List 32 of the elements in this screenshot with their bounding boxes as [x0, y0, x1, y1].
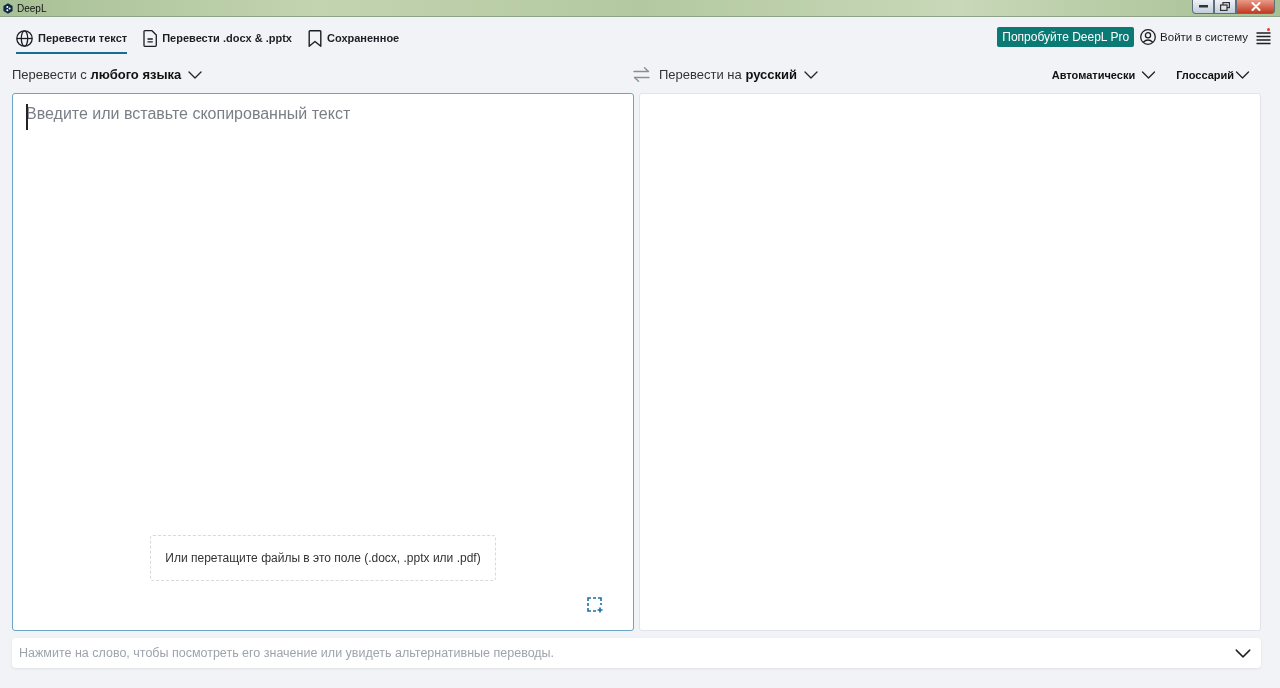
- option-dropdown[interactable]: Автоматически: [1051, 68, 1157, 81]
- try-pro-button[interactable]: Попробуйте DeepL Pro: [997, 26, 1135, 47]
- chevron-down-icon: [1141, 70, 1157, 79]
- source-language-selector[interactable]: Перевести с любого языка: [12, 67, 203, 82]
- tab[interactable]: Перевести текст: [16, 23, 128, 54]
- bookmark-icon: [308, 29, 322, 47]
- chevron-down-icon: [804, 70, 818, 79]
- dashed-square-plus-icon[interactable]: [587, 597, 603, 613]
- hint-text: Нажмите на слово, чтобы посмотреть его значение или увидеть альтернативные переводы.: [19, 646, 555, 660]
- globe-icon: [16, 29, 33, 47]
- user-icon: [1140, 28, 1157, 45]
- chevron-down-icon: [188, 70, 203, 79]
- close-button[interactable]: [1236, 0, 1275, 14]
- target-language-selector[interactable]: Перевести на русский: [659, 67, 818, 82]
- app-logo-icon: [3, 2, 13, 14]
- tab[interactable]: Сохраненное: [308, 23, 400, 54]
- text-cursor: [26, 104, 28, 130]
- login-button[interactable]: Войти в систему: [1140, 28, 1248, 45]
- restore-button[interactable]: [1214, 0, 1236, 14]
- option-dropdown[interactable]: Глоссарий: [1176, 68, 1250, 81]
- window-title: DeepL: [17, 2, 47, 14]
- chevron-down-icon: [1235, 70, 1250, 79]
- document-icon: [143, 29, 158, 47]
- minimize-icon: [1198, 5, 1208, 8]
- minimize-button[interactable]: [1192, 0, 1214, 14]
- file-drop-zone[interactable]: Или перетащите файлы в это поле (.docx, .pptx или .pdf): [150, 535, 496, 581]
- swap-arrows-icon[interactable]: [633, 67, 650, 82]
- menu-icon[interactable]: [1256, 28, 1271, 45]
- close-icon: [1250, 2, 1261, 11]
- chevron-down-icon[interactable]: [1235, 649, 1251, 658]
- restore-icon: [1220, 2, 1230, 11]
- tab[interactable]: Перевести .docx & .pptx: [143, 23, 292, 54]
